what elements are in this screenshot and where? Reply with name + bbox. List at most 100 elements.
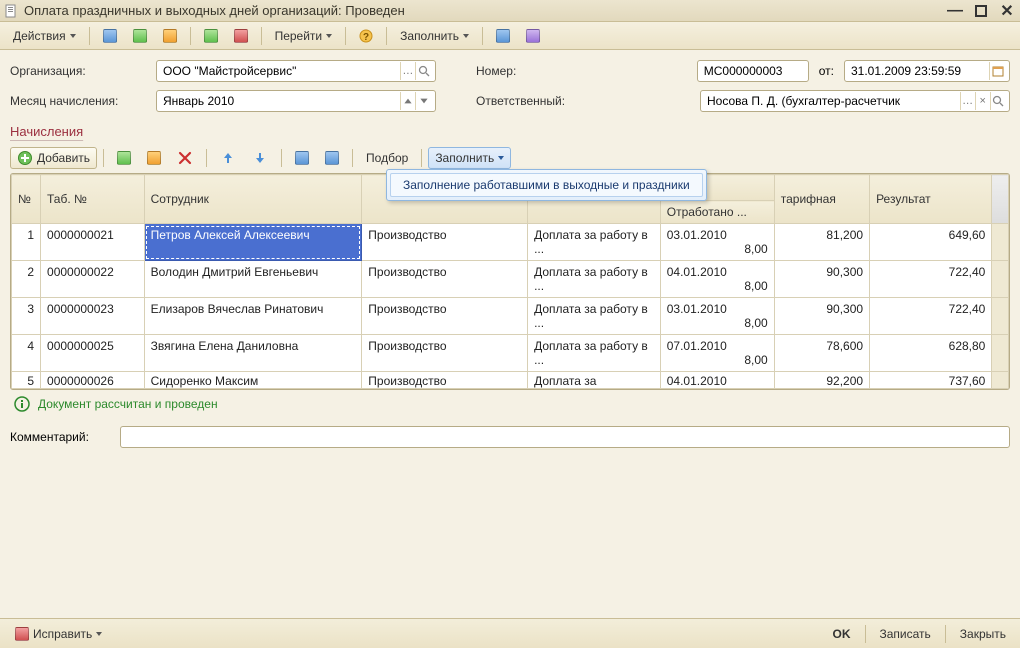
close-form-button[interactable]: Закрыть xyxy=(954,625,1012,643)
date-input-text[interactable] xyxy=(849,63,985,79)
date-input[interactable] xyxy=(844,60,1010,82)
col-worked[interactable]: Отработано ... xyxy=(660,201,774,224)
fill-menu-item[interactable]: Заполнение работавшими в выходные и праз… xyxy=(390,173,703,197)
edit-row-button[interactable] xyxy=(140,147,168,169)
cell[interactable]: 03.01.20108,00 xyxy=(660,298,774,335)
org-select-button[interactable]: … xyxy=(400,62,416,80)
number-input[interactable] xyxy=(697,60,809,82)
help-button[interactable]: ? xyxy=(352,25,380,47)
cell[interactable]: 722,40 xyxy=(870,298,992,335)
table-fill-button[interactable]: Заполнить xyxy=(428,147,511,169)
cell[interactable]: 0000000023 xyxy=(41,298,145,335)
calendar-button[interactable] xyxy=(989,62,1005,80)
cell[interactable]: Петров Алексей Алексеевич xyxy=(144,224,362,261)
toolbar-icon-3[interactable] xyxy=(156,25,184,47)
cell[interactable]: Сидоренко Максим xyxy=(144,372,362,389)
month-down-button[interactable] xyxy=(415,92,431,110)
cell[interactable]: Производство xyxy=(362,372,528,389)
cell[interactable]: 78,600 xyxy=(774,335,869,372)
cell[interactable]: Звягина Елена Даниловна xyxy=(144,335,362,372)
cell[interactable]: 5 xyxy=(12,372,41,389)
table-row[interactable]: 40000000025Звягина Елена ДаниловнаПроизв… xyxy=(12,335,1009,372)
cell[interactable]: Производство xyxy=(362,298,528,335)
table-row[interactable]: 10000000021Петров Алексей АлексеевичПрои… xyxy=(12,224,1009,261)
col-tariff[interactable]: тарифная xyxy=(774,175,869,224)
save-button[interactable]: Записать xyxy=(874,625,937,643)
minimize-button[interactable]: — xyxy=(946,2,964,20)
cell[interactable]: 07.01.20108,00 xyxy=(660,335,774,372)
move-down-button[interactable] xyxy=(245,147,275,169)
org-input-text[interactable] xyxy=(161,63,396,79)
cell[interactable]: 90,300 xyxy=(774,261,869,298)
cell[interactable]: Производство xyxy=(362,261,528,298)
copy-row-button[interactable] xyxy=(110,147,138,169)
cell[interactable]: 03.01.20108,00 xyxy=(660,224,774,261)
toolbar-icon-4[interactable] xyxy=(197,25,225,47)
cell[interactable]: 92,200 xyxy=(774,372,869,389)
resp-select-button[interactable]: … xyxy=(960,92,975,110)
table-row[interactable]: 30000000023Елизаров Вячеслав РинатовичПр… xyxy=(12,298,1009,335)
cell[interactable]: 04.01.20108,00 xyxy=(660,261,774,298)
cell[interactable]: 0000000026 xyxy=(41,372,145,389)
toolbar-icon-5[interactable] xyxy=(227,25,255,47)
table-row[interactable]: 20000000022Володин Дмитрий ЕвгеньевичПро… xyxy=(12,261,1009,298)
fill-menu[interactable]: Заполнить xyxy=(393,25,476,47)
toolbar-icon-tree[interactable] xyxy=(519,25,547,47)
select-button[interactable]: Подбор xyxy=(359,147,415,169)
cell[interactable]: 0000000021 xyxy=(41,224,145,261)
cell[interactable]: 3 xyxy=(12,298,41,335)
comment-input[interactable] xyxy=(120,426,1010,448)
org-input[interactable]: … xyxy=(156,60,436,82)
org-search-button[interactable] xyxy=(415,62,431,80)
toolbar-icon-2[interactable] xyxy=(126,25,154,47)
month-input[interactable] xyxy=(156,90,436,112)
cell[interactable]: Елизаров Вячеслав Ринатович xyxy=(144,298,362,335)
delete-row-button[interactable] xyxy=(170,147,200,169)
comment-input-text[interactable] xyxy=(125,429,1005,445)
table-row[interactable]: 50000000026Сидоренко МаксимПроизводствоД… xyxy=(12,372,1009,389)
maximize-button[interactable] xyxy=(972,2,990,20)
sort-desc-button[interactable] xyxy=(318,147,346,169)
table[interactable]: № Таб. № Сотрудник . . . тарифная Резуль… xyxy=(10,173,1010,390)
cell[interactable]: 628,80 xyxy=(870,335,992,372)
cell[interactable]: 722,40 xyxy=(870,261,992,298)
month-up-button[interactable] xyxy=(400,92,416,110)
cell[interactable]: 1 xyxy=(12,224,41,261)
toolbar-icon-list[interactable] xyxy=(489,25,517,47)
resp-clear-button[interactable]: × xyxy=(975,92,990,110)
actions-menu[interactable]: Действия xyxy=(6,25,83,47)
cell[interactable]: 0000000025 xyxy=(41,335,145,372)
sort-asc-button[interactable] xyxy=(288,147,316,169)
add-row-button[interactable]: Добавить xyxy=(10,147,97,169)
resp-input[interactable]: … × xyxy=(700,90,1010,112)
close-button[interactable]: ✕ xyxy=(998,2,1016,20)
cell[interactable]: Доплата за работу в ... xyxy=(528,261,661,298)
resp-input-text[interactable] xyxy=(705,93,956,109)
cell[interactable]: Доплата за xyxy=(528,372,661,389)
col-emp[interactable]: Сотрудник xyxy=(144,175,362,224)
cell[interactable]: 81,200 xyxy=(774,224,869,261)
cell[interactable]: Производство xyxy=(362,335,528,372)
move-up-button[interactable] xyxy=(213,147,243,169)
ok-button[interactable]: OK xyxy=(827,625,857,643)
toolbar-icon-1[interactable] xyxy=(96,25,124,47)
month-input-text[interactable] xyxy=(161,93,396,109)
cell[interactable]: 737,60 xyxy=(870,372,992,389)
col-result[interactable]: Результат xyxy=(870,175,992,224)
fix-button[interactable]: Исправить xyxy=(8,623,109,645)
number-input-text[interactable] xyxy=(702,63,804,79)
cell[interactable]: 90,300 xyxy=(774,298,869,335)
cell[interactable]: Доплата за работу в ... xyxy=(528,335,661,372)
cell[interactable]: 4 xyxy=(12,335,41,372)
cell[interactable]: Доплата за работу в ... xyxy=(528,224,661,261)
goto-menu[interactable]: Перейти xyxy=(268,25,340,47)
cell[interactable]: 0000000022 xyxy=(41,261,145,298)
col-tab[interactable]: Таб. № xyxy=(41,175,145,224)
resp-search-button[interactable] xyxy=(990,92,1005,110)
cell[interactable]: Доплата за работу в ... xyxy=(528,298,661,335)
col-n[interactable]: № xyxy=(12,175,41,224)
cell[interactable]: 04.01.2010 xyxy=(660,372,774,389)
cell[interactable]: Володин Дмитрий Евгеньевич xyxy=(144,261,362,298)
cell[interactable]: 2 xyxy=(12,261,41,298)
cell[interactable]: Производство xyxy=(362,224,528,261)
